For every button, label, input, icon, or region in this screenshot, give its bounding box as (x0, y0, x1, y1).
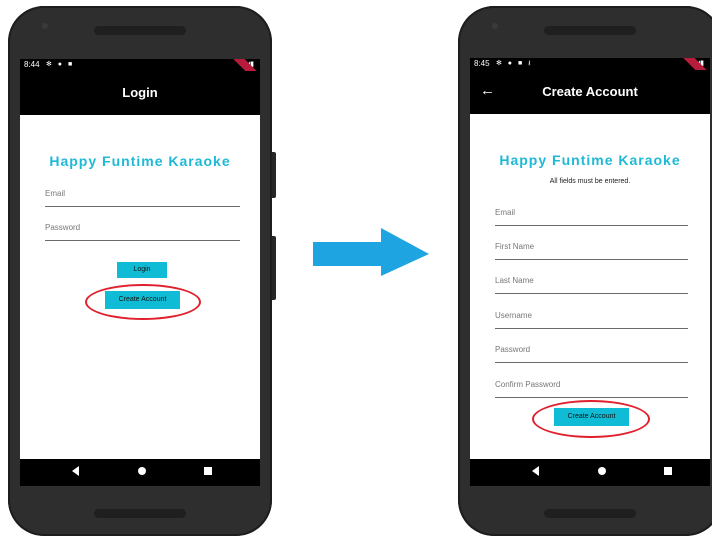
status-icons: ✻ ● ■ (46, 61, 75, 68)
earpiece-speaker (544, 26, 636, 35)
power-button (272, 152, 276, 198)
brand-title: Happy Funtime Karaoke (49, 153, 231, 169)
password-placeholder: Password (45, 223, 81, 232)
navigation-bar (470, 459, 710, 486)
last-name-field[interactable]: Last Name (495, 269, 688, 294)
password-field[interactable]: Password (45, 216, 240, 241)
nav-back-icon[interactable] (72, 466, 79, 476)
email-placeholder: Email (45, 189, 66, 198)
email-placeholder: Email (495, 208, 516, 217)
front-camera (492, 23, 498, 29)
confirm-password-field[interactable]: Confirm Password (495, 373, 688, 398)
login-screen: 8:44 ✻ ● ■ ▼◢▮ Login Happy Funtime Karao… (20, 59, 260, 486)
password-field[interactable]: Password (495, 338, 688, 363)
create-account-screen: 8:45 ✻ ● ■ ⭳ ▼◢▮ ← Create Account Happy … (470, 58, 710, 486)
username-field[interactable]: Username (495, 304, 688, 329)
username-placeholder: Username (495, 311, 532, 320)
confirm-password-placeholder: Confirm Password (495, 380, 561, 389)
bottom-speaker (544, 509, 636, 518)
bottom-speaker (94, 509, 186, 518)
page-title: Create Account (542, 84, 638, 99)
arrow-right-icon (313, 228, 429, 276)
login-button[interactable]: Login (117, 262, 167, 278)
brand-title: Happy Funtime Karaoke (499, 152, 681, 168)
phone-login: 8:44 ✻ ● ■ ▼◢▮ Login Happy Funtime Karao… (8, 6, 276, 536)
password-placeholder: Password (495, 345, 531, 354)
status-bar: 8:44 ✻ ● ■ ▼◢▮ (20, 59, 260, 90)
highlight-circle (85, 284, 201, 320)
nav-back-icon[interactable] (532, 466, 539, 476)
status-icons: ✻ ● ■ ⭳ (496, 60, 533, 67)
email-field[interactable]: Email (495, 201, 688, 226)
navigation-bar (20, 459, 260, 486)
first-name-placeholder: First Name (495, 242, 535, 251)
nav-recents-icon[interactable] (204, 467, 212, 475)
status-time: 8:44 (24, 60, 40, 69)
status-time: 8:45 (474, 59, 490, 68)
nav-home-icon[interactable] (138, 467, 146, 475)
app-bar: ← Create Account (470, 70, 710, 114)
last-name-placeholder: Last Name (495, 276, 534, 285)
status-bar: 8:45 ✻ ● ■ ⭳ ▼◢▮ (470, 58, 710, 89)
app-bar: Login (20, 71, 260, 115)
phone-create-account: 8:45 ✻ ● ■ ⭳ ▼◢▮ ← Create Account Happy … (458, 6, 712, 536)
page-title: Login (122, 85, 158, 100)
required-note: All fields must be entered. (549, 178, 631, 185)
volume-button (272, 236, 276, 300)
email-field[interactable]: Email (45, 182, 240, 207)
earpiece-speaker (94, 26, 186, 35)
first-name-field[interactable]: First Name (495, 235, 688, 260)
nav-home-icon[interactable] (598, 467, 606, 475)
nav-recents-icon[interactable] (664, 467, 672, 475)
front-camera (42, 23, 48, 29)
highlight-circle (532, 400, 650, 438)
